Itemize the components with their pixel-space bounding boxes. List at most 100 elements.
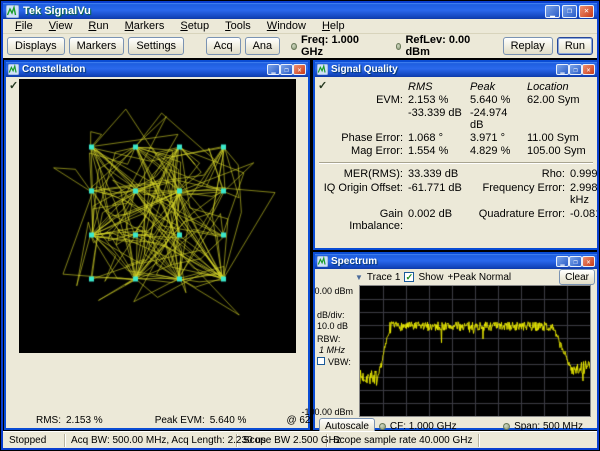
freq-knob-icon[interactable] [291, 43, 297, 50]
maximize-button[interactable]: ❐ [562, 5, 577, 18]
settings-button[interactable]: Settings [128, 37, 184, 55]
sq-evm-db-peak: -24.974 dB [470, 107, 522, 131]
constellation-body: ✓ RMS: 2.153 % Peak EVM: 5.640 % @ 62.00… [6, 77, 308, 428]
spectrum-dbdiv-label: dB/div: [317, 310, 345, 320]
close-button[interactable]: ✕ [579, 5, 594, 18]
trace-selector[interactable]: Trace 1 [367, 272, 401, 283]
show-label: Show [418, 272, 443, 283]
sq-gain-label: Gain Imbalance: [323, 208, 403, 232]
sq-freqerr-label: Frequency Error: [475, 182, 565, 206]
constellation-close-button[interactable]: ✕ [293, 64, 306, 75]
constellation-statusline: RMS: 2.153 % Peak EVM: 5.640 % @ 62.00 S… [6, 415, 308, 426]
app-icon [6, 5, 19, 18]
spectrum-panel-icon [317, 256, 328, 267]
sq-row-label: EVM: [323, 94, 403, 106]
sq-evm-rms: 2.153 % [408, 94, 465, 106]
spectrum-canvas[interactable] [359, 285, 591, 417]
sq-phase-rms: 1.068 ° [408, 132, 465, 144]
span-knob-icon[interactable] [503, 423, 510, 430]
sq-mer-label: MER(RMS): [323, 168, 403, 180]
toolbar: Displays Markers Settings Acq Ana Freq: … [3, 34, 597, 58]
sq-phase-peak: 3.971 ° [470, 132, 522, 144]
reflev-knob-icon[interactable] [396, 43, 402, 50]
signal-quality-body: ✓ RMS Peak Location EVM: 2.153 % 5.640 %… [315, 77, 597, 248]
sq-iqoffset-label: IQ Origin Offset: [323, 182, 403, 206]
menu-setup[interactable]: Setup [172, 20, 217, 32]
replay-button[interactable]: Replay [503, 37, 553, 55]
constellation-titlebar[interactable]: Constellation ▁ ❐ ✕ [6, 62, 308, 77]
displays-button[interactable]: Displays [7, 37, 65, 55]
constellation-panel-icon [8, 64, 19, 75]
cf-readout: CF: 1.000 GHz [390, 421, 457, 432]
markers-button[interactable]: Markers [69, 37, 125, 55]
spectrum-close-button[interactable]: ✕ [582, 256, 595, 267]
workspace: Constellation ▁ ❐ ✕ ✓ RMS: 2.153 % Peak … [3, 58, 597, 431]
clear-button[interactable]: Clear [559, 269, 595, 285]
menu-run[interactable]: Run [80, 20, 116, 32]
minimize-button[interactable]: ▁ [545, 5, 560, 18]
sq-mag-rms: 1.554 % [408, 145, 465, 157]
sq-mer-value: 33.339 dB [408, 168, 470, 180]
acq-button[interactable]: Acq [206, 37, 241, 55]
spectrum-titlebar[interactable]: Spectrum ▁ ❐ ✕ [315, 254, 597, 269]
status-run-state: Stopped [3, 434, 65, 447]
menu-help[interactable]: Help [314, 20, 353, 32]
reflev-readout: RefLev: 0.00 dBm [405, 34, 475, 58]
signal-quality-minimize-button[interactable]: ▁ [556, 64, 569, 75]
status-acq: Acq BW: 500.00 MHz, Acq Length: 2.230 us [65, 434, 237, 447]
menu-file[interactable]: File [7, 20, 41, 32]
sq-gain-value: 0.002 dB [408, 208, 470, 232]
sq-quaderr-value: -0.081 ° [570, 208, 597, 232]
spectrum-vbw-label: VBW: [328, 357, 351, 367]
status-bar: Stopped Acq BW: 500.00 MHz, Acq Length: … [3, 431, 597, 448]
sq-rho-value: 0.999539 [570, 168, 597, 180]
spectrum-trace-controls: ▼ Trace 1 ✓ Show +Peak Normal Clear [315, 269, 597, 285]
sq-quaderr-label: Quadrature Error: [475, 208, 565, 232]
constellation-minimize-button[interactable]: ▁ [267, 64, 280, 75]
menu-tools[interactable]: Tools [217, 20, 259, 32]
signal-quality-maximize-button[interactable]: ❐ [569, 64, 582, 75]
sq-separator [319, 162, 593, 164]
sq-freqerr-value: 2.998 kHz [570, 182, 597, 206]
show-checkbox[interactable]: ✓ [404, 272, 414, 282]
sq-iqoffset-value: -61.771 dB [408, 182, 470, 206]
sq-row-label: Phase Error: [323, 132, 403, 144]
autoscale-button[interactable]: Autoscale [319, 418, 375, 431]
spectrum-title: Spectrum [331, 256, 556, 267]
trace-mode[interactable]: +Peak Normal [447, 272, 511, 283]
sq-header-peak: Peak [470, 81, 522, 93]
constellation-canvas[interactable] [19, 79, 296, 353]
spectrum-maximize-button[interactable]: ❐ [569, 256, 582, 267]
signal-quality-close-button[interactable]: ✕ [582, 64, 595, 75]
spectrum-rbw-value[interactable]: 1 MHz [319, 345, 345, 355]
spectrum-minimize-button[interactable]: ▁ [556, 256, 569, 267]
sq-evm-peak: 5.640 % [470, 94, 522, 106]
cf-knob-icon[interactable] [379, 423, 386, 430]
signal-quality-summary: MER(RMS): 33.339 dB Rho: 0.999539 IQ Ori… [323, 168, 597, 232]
run-button[interactable]: Run [557, 37, 593, 55]
menu-window[interactable]: Window [259, 20, 314, 32]
menu-view[interactable]: View [41, 20, 81, 32]
status-scope-bw: Scope BW 2.500 GHz [237, 434, 327, 447]
spectrum-dbdiv-value[interactable]: 10.0 dB [317, 321, 348, 331]
trace-dropdown-icon[interactable]: ▼ [355, 273, 363, 282]
menubar: File View Run Markers Setup Tools Window… [3, 19, 597, 34]
signal-quality-panel-icon [317, 64, 328, 75]
constellation-valid-checkmark-icon: ✓ [9, 79, 18, 92]
spectrum-bottom-ref: -100.00 dBm [301, 407, 353, 417]
sq-evm-db-rms: -33.339 dB [408, 107, 465, 131]
span-readout: Span: 500 MHz [514, 421, 583, 432]
signal-quality-titlebar[interactable]: Signal Quality ▁ ❐ ✕ [315, 62, 597, 77]
constellation-maximize-button[interactable]: ❐ [280, 64, 293, 75]
sq-header-location: Location [527, 81, 597, 93]
vbw-checkbox[interactable] [317, 357, 325, 365]
sq-header-rms: RMS [408, 81, 465, 93]
spectrum-window: Spectrum ▁ ❐ ✕ ▼ Trace 1 ✓ Show +Peak No… [313, 252, 597, 430]
app-frame: Tek SignalVu ▁ ❐ ✕ File View Run Markers… [3, 3, 597, 448]
window-title: Tek SignalVu [23, 5, 545, 17]
menu-markers[interactable]: Markers [117, 20, 173, 32]
sq-row-label: Mag Error: [323, 145, 403, 157]
constellation-title: Constellation [22, 64, 267, 75]
ana-button[interactable]: Ana [245, 37, 281, 55]
freq-readout: Freq: 1.000 GHz [301, 34, 364, 58]
